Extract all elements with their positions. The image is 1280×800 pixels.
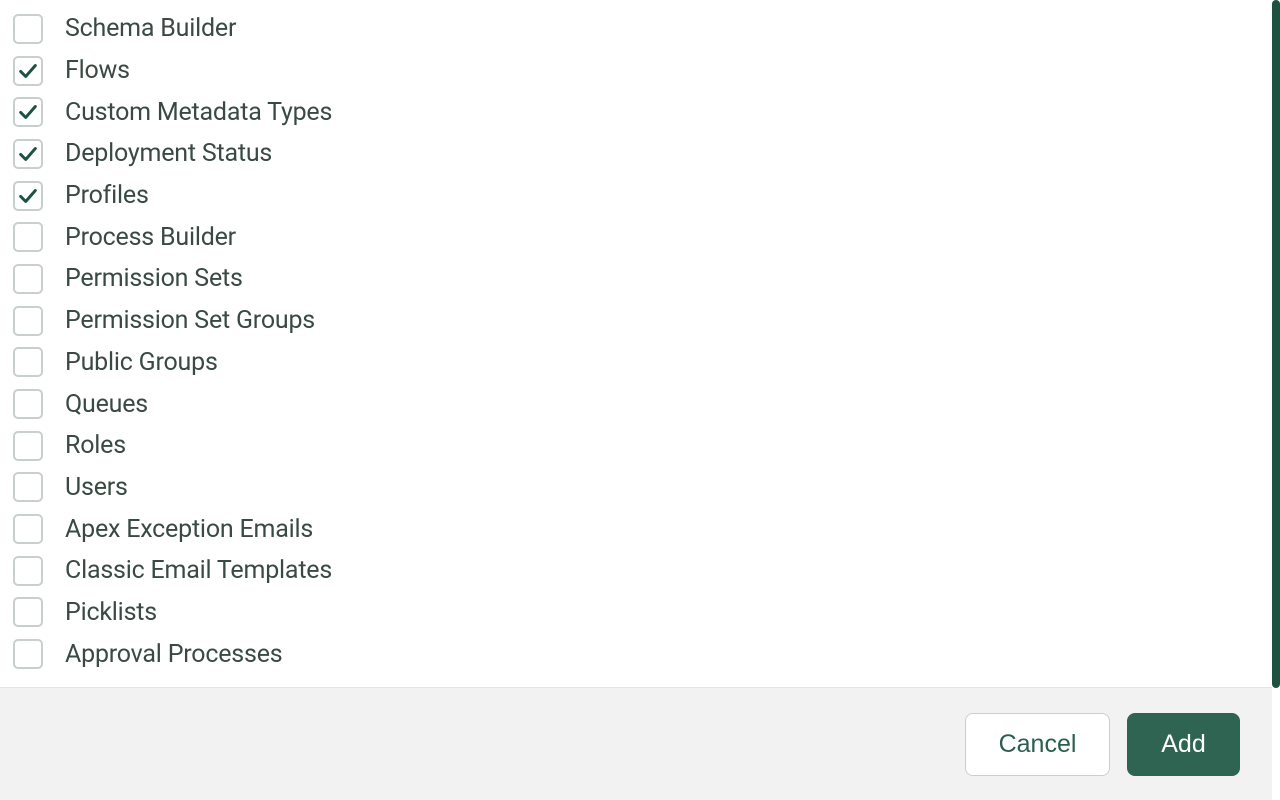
checkbox-roles[interactable] bbox=[13, 431, 43, 461]
checkbox-picklists[interactable] bbox=[13, 597, 43, 627]
checkbox-flows[interactable] bbox=[13, 56, 43, 86]
checkbox-label-apex-exception-emails: Apex Exception Emails bbox=[65, 515, 313, 544]
checkbox-row-queues: Queues bbox=[13, 383, 1272, 425]
checkbox-row-apex-exception-emails: Apex Exception Emails bbox=[13, 508, 1272, 550]
dialog-footer: Cancel Add bbox=[0, 687, 1272, 800]
checkbox-row-approval-processes: Approval Processes bbox=[13, 633, 1272, 675]
checkbox-apex-exception-emails[interactable] bbox=[13, 514, 43, 544]
checkbox-public-groups[interactable] bbox=[13, 347, 43, 377]
checkbox-row-deployment-status: Deployment Status bbox=[13, 133, 1272, 175]
checkbox-label-flows: Flows bbox=[65, 56, 130, 85]
checkbox-queues[interactable] bbox=[13, 389, 43, 419]
checkbox-label-process-builder: Process Builder bbox=[65, 223, 236, 252]
check-icon bbox=[17, 185, 39, 207]
checkbox-label-deployment-status: Deployment Status bbox=[65, 139, 272, 168]
checkbox-row-users: Users bbox=[13, 467, 1272, 509]
checkbox-label-permission-sets: Permission Sets bbox=[65, 264, 243, 293]
checkbox-row-public-groups: Public Groups bbox=[13, 342, 1272, 384]
checkbox-row-roles: Roles bbox=[13, 425, 1272, 467]
checkbox-row-process-builder: Process Builder bbox=[13, 216, 1272, 258]
checkbox-row-flows: Flows bbox=[13, 50, 1272, 92]
checkbox-row-permission-sets: Permission Sets bbox=[13, 258, 1272, 300]
checkbox-label-custom-metadata-types: Custom Metadata Types bbox=[65, 98, 332, 127]
checkbox-permission-sets[interactable] bbox=[13, 264, 43, 294]
checkbox-label-queues: Queues bbox=[65, 390, 148, 419]
scrollbar-thumb[interactable] bbox=[1272, 0, 1280, 688]
checkbox-label-public-groups: Public Groups bbox=[65, 348, 218, 377]
checkbox-schema-builder[interactable] bbox=[13, 14, 43, 44]
checkbox-custom-metadata-types[interactable] bbox=[13, 97, 43, 127]
checkbox-permission-set-groups[interactable] bbox=[13, 306, 43, 336]
checkbox-list-area: Schema Builder Flows Custom Metadata Types… bbox=[0, 0, 1272, 688]
check-icon bbox=[17, 143, 39, 165]
check-icon bbox=[17, 60, 39, 82]
checkbox-label-roles: Roles bbox=[65, 431, 126, 460]
checkbox-row-custom-metadata-types: Custom Metadata Types bbox=[13, 91, 1272, 133]
checkbox-users[interactable] bbox=[13, 472, 43, 502]
checkbox-classic-email-templates[interactable] bbox=[13, 556, 43, 586]
check-icon bbox=[17, 101, 39, 123]
checkbox-label-users: Users bbox=[65, 473, 128, 502]
checkbox-deployment-status[interactable] bbox=[13, 139, 43, 169]
cancel-button[interactable]: Cancel bbox=[965, 713, 1110, 776]
add-button[interactable]: Add bbox=[1127, 713, 1240, 776]
checkbox-process-builder[interactable] bbox=[13, 222, 43, 252]
checkbox-label-profiles: Profiles bbox=[65, 181, 149, 210]
checkbox-row-profiles: Profiles bbox=[13, 175, 1272, 217]
checkbox-row-schema-builder: Schema Builder bbox=[13, 8, 1272, 50]
checkbox-label-picklists: Picklists bbox=[65, 598, 157, 627]
checkbox-label-permission-set-groups: Permission Set Groups bbox=[65, 306, 315, 335]
checkbox-label-approval-processes: Approval Processes bbox=[65, 640, 282, 669]
checkbox-label-schema-builder: Schema Builder bbox=[65, 14, 236, 43]
checkbox-profiles[interactable] bbox=[13, 181, 43, 211]
checkbox-label-classic-email-templates: Classic Email Templates bbox=[65, 556, 332, 585]
checkbox-row-picklists: Picklists bbox=[13, 592, 1272, 634]
checkbox-approval-processes[interactable] bbox=[13, 639, 43, 669]
checkbox-row-classic-email-templates: Classic Email Templates bbox=[13, 550, 1272, 592]
checkbox-row-permission-set-groups: Permission Set Groups bbox=[13, 300, 1272, 342]
